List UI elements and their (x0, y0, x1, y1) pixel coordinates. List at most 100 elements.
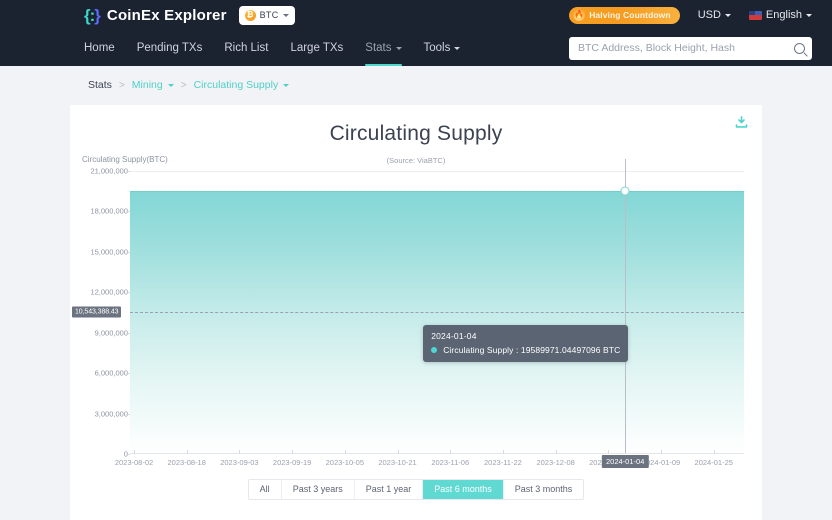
chevron-down-icon (724, 13, 731, 17)
x-axis-tick (397, 450, 399, 454)
logo[interactable]: {:} CoinEx Explorer (84, 7, 227, 24)
breadcrumb: Stats > Mining > Circulating Supply (0, 72, 832, 98)
x-axis-tick-label: 2023-09-19 (272, 458, 312, 467)
x-axis-tick-label: 2024-01-25 (694, 458, 733, 467)
x-axis-tick-label: 2023-09-03 (220, 458, 259, 467)
time-range-group[interactable]: All Past 3 years Past 1 year Past 6 months P… (247, 479, 585, 500)
site-header: {:} CoinEx Explorer ₿ BTC 🔥 Halving Coun… (0, 0, 832, 66)
breadcrumb-item-circulating-supply[interactable]: Circulating Supply (194, 79, 290, 91)
breadcrumb-root: Stats (88, 79, 112, 91)
nav-label: Tools (423, 42, 451, 54)
tooltip-series-value: Circulating Supply : 19589971.04497096 B… (443, 344, 621, 355)
tooltip-date: 2024-01-04 (431, 330, 477, 341)
y-axis-title: Circulating Supply(BTC) (82, 155, 168, 164)
bitcoin-icon: ₿ (244, 9, 256, 21)
chevron-down-icon (395, 46, 402, 50)
x-axis-tick (186, 450, 188, 454)
x-axis-tick (608, 450, 610, 454)
nav-label: Stats (365, 42, 392, 54)
halving-countdown-label: Halving Countdown (589, 10, 671, 20)
y-axis-tick-label: 15,000,000 (90, 247, 128, 257)
y-axis-tick-label: 3,000,000 (94, 409, 128, 419)
gridline (130, 171, 744, 172)
language-selector[interactable]: English (748, 9, 812, 21)
range-button-all[interactable]: All (249, 480, 282, 499)
chevron-down-icon (283, 83, 290, 87)
chart-tooltip: 2024-01-04 Circulating Supply : 19589971… (423, 324, 629, 362)
coin-selector[interactable]: ₿ BTC (238, 5, 295, 25)
coin-selector-label: BTC (259, 10, 279, 20)
x-axis-labels: 2023-08-02 2023-08-18 2023-09-03 2023-09-19… (115, 450, 744, 472)
breadcrumb-label: Circulating Supply (193, 79, 279, 91)
x-axis-tick-label: 2023-08-18 (167, 458, 206, 467)
nav-label: Rich List (224, 42, 269, 54)
x-axis-tick-label: 2023-11-22 (484, 458, 522, 467)
logo-text: CoinEx Explorer (106, 6, 227, 24)
y-axis-marker-label: 10,543,388.43 (72, 306, 122, 318)
currency-selector[interactable]: USD (698, 9, 731, 21)
range-button-past-3-months[interactable]: Past 3 months (504, 480, 584, 499)
y-axis-tick (126, 171, 130, 172)
x-axis-tick (292, 450, 294, 454)
y-axis-tick-label: 21,000,000 (90, 166, 128, 176)
download-icon[interactable] (734, 115, 749, 130)
breadcrumb-label: Mining (131, 79, 163, 91)
nav-item-pending-txs[interactable]: Pending TXs (137, 30, 203, 66)
search-box[interactable] (569, 36, 812, 60)
nav-item-tools[interactable]: Tools (424, 30, 461, 66)
nav-item-stats[interactable]: Stats (365, 30, 402, 66)
time-range-controls: All Past 3 years Past 1 year Past 6 months P… (70, 479, 762, 500)
x-axis-tick-label: 2023-10-21 (378, 458, 417, 467)
language-label: English (765, 9, 802, 21)
chart-subtitle-row: Circulating Supply(BTC) (Source: ViaBTC) (70, 155, 762, 171)
breadcrumb-item-mining[interactable]: Mining (132, 79, 174, 91)
chart-card: Circulating Supply Circulating Supply(BT… (70, 105, 762, 520)
x-axis-tick (344, 450, 346, 454)
header-top-row: {:} CoinEx Explorer ₿ BTC 🔥 Halving Coun… (0, 0, 832, 30)
x-axis-tick (134, 450, 135, 454)
currency-label: USD (697, 9, 721, 21)
y-axis-tick-label: 12,000,000 (90, 287, 128, 297)
x-axis-tick (450, 450, 452, 454)
flame-icon: 🔥 (573, 9, 586, 21)
range-button-past-1-year[interactable]: Past 1 year (355, 480, 424, 499)
halving-countdown-badge[interactable]: 🔥 Halving Countdown (569, 6, 680, 24)
search-icon[interactable] (794, 42, 805, 54)
main-nav: Home Pending TXs Rich List Large TXs Sta… (84, 30, 461, 66)
x-axis-marker-label: 2024-01-04 (602, 455, 649, 468)
breadcrumb-separator: > (118, 79, 125, 91)
crosshair-line (625, 159, 627, 454)
flag-icon (748, 10, 762, 20)
range-button-past-3-years[interactable]: Past 3 years (282, 480, 355, 499)
x-axis-tick-label: 2023-10-05 (325, 458, 364, 467)
logo-brackets-icon: {:} (84, 5, 101, 25)
header-nav-row: Home Pending TXs Rich List Large TXs Sta… (0, 30, 832, 66)
chart-title: Circulating Supply (329, 122, 503, 145)
nav-item-rich-list[interactable]: Rich List (224, 30, 268, 66)
chevron-down-icon (167, 83, 174, 87)
nav-item-large-txs[interactable]: Large TXs (290, 30, 343, 66)
nav-label: Large TXs (290, 42, 344, 54)
y-marker-dashed-line (130, 311, 744, 313)
nav-label: Pending TXs (136, 42, 203, 54)
x-axis-tick (239, 450, 241, 454)
chart-plot-area[interactable]: 03,000,0006,000,0009,000,00012,000,00015… (72, 159, 744, 459)
search-input[interactable] (578, 42, 794, 54)
x-axis-tick (555, 450, 557, 454)
header-right-cluster: 🔥 Halving Countdown USD English (569, 6, 812, 24)
tooltip-series-dot-icon (431, 346, 438, 353)
nav-item-home[interactable]: Home (84, 30, 115, 66)
chevron-down-icon (282, 13, 289, 17)
y-axis-tick-label: 9,000,000 (94, 328, 128, 338)
chart-source-note: (Source: ViaBTC) (386, 156, 446, 165)
nav-label: Home (84, 42, 115, 54)
chevron-down-icon (806, 13, 812, 17)
x-axis-tick-label: 2023-08-02 (114, 458, 154, 467)
y-axis-tick-label: 18,000,000 (90, 206, 128, 216)
range-button-past-6-months[interactable]: Past 6 months (423, 480, 504, 499)
x-axis-tick (661, 450, 663, 454)
hover-data-point-marker (620, 186, 630, 196)
x-axis-tick (502, 450, 504, 454)
x-axis-tick-label: 2023-11-06 (431, 458, 470, 467)
tooltip-series-row: Circulating Supply : 19589971.04497096 B… (431, 345, 620, 355)
